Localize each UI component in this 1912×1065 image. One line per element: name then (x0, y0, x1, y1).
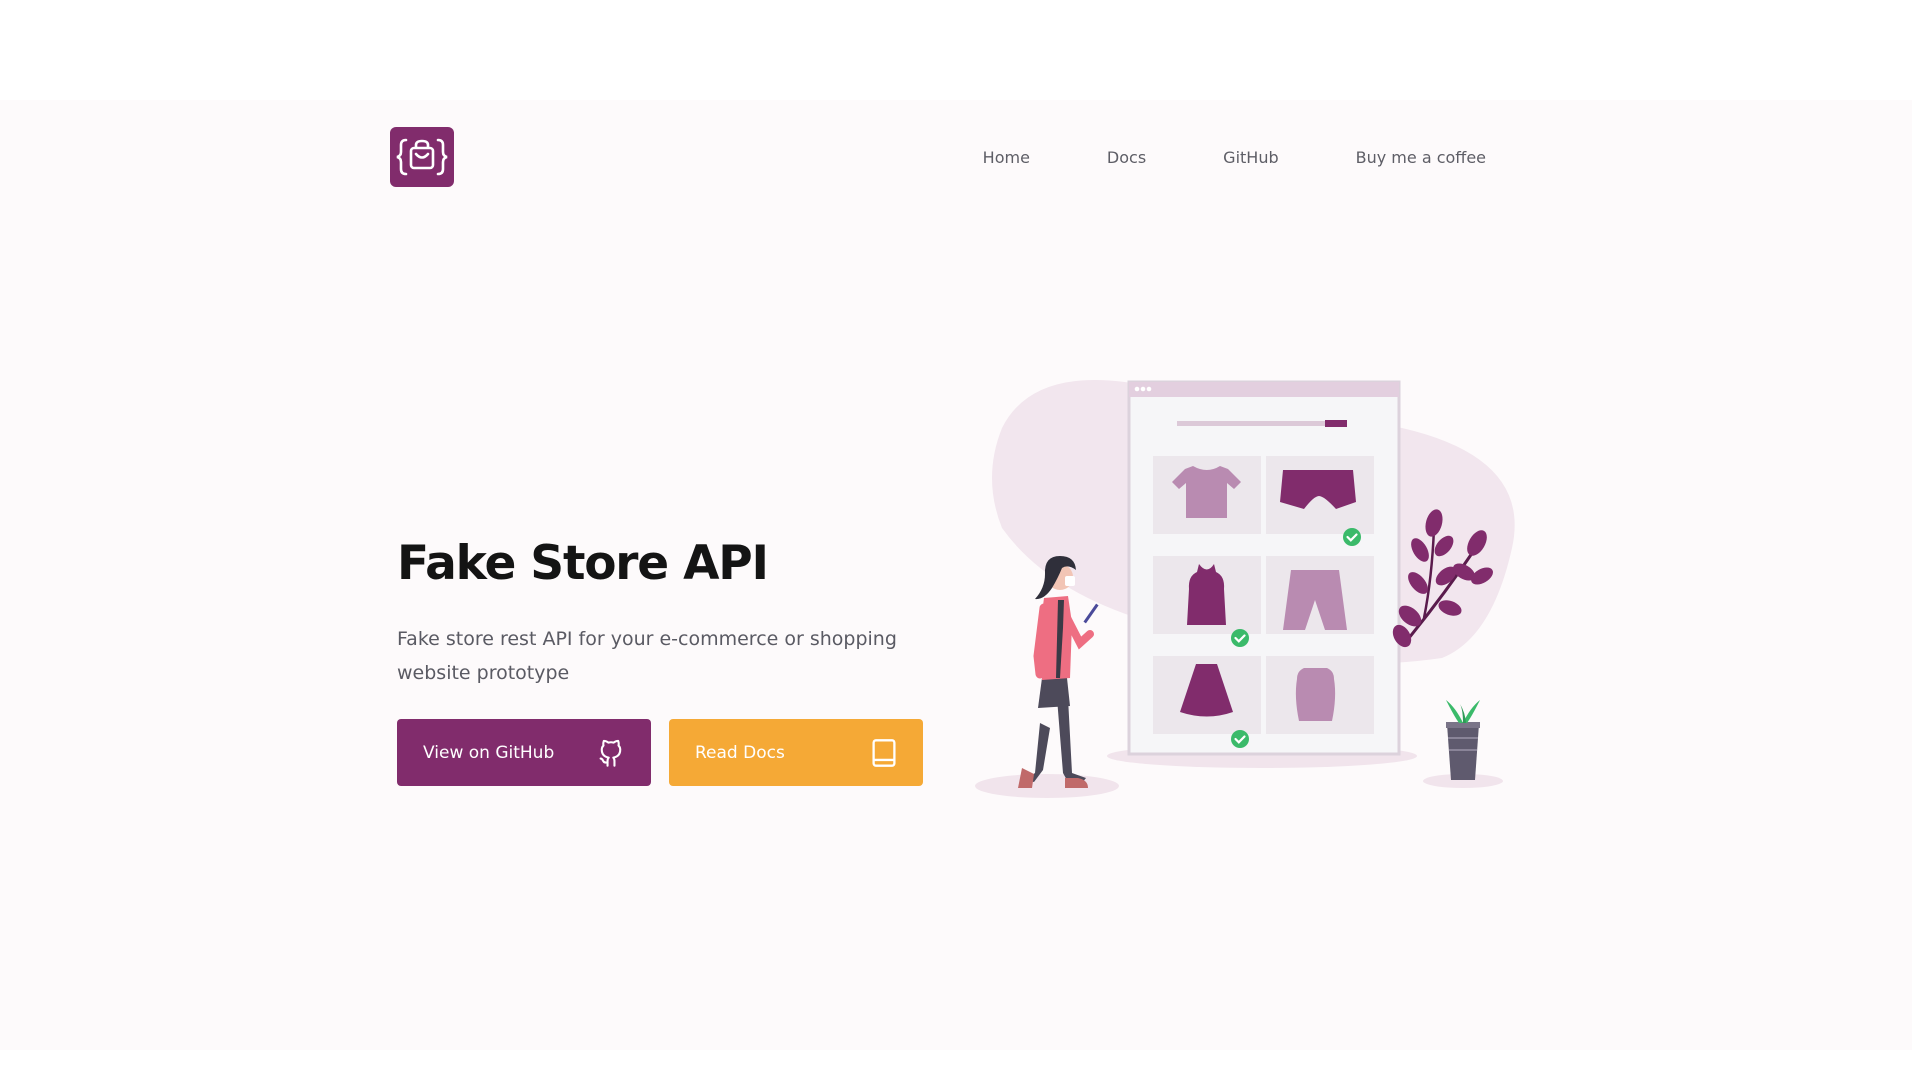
github-icon (597, 738, 625, 768)
nav-link-buy-me-a-coffee[interactable]: Buy me a coffee (1356, 148, 1486, 167)
shopping-bag-braces-icon (396, 138, 448, 176)
hero-subtitle: Fake store rest API for your e-commerce … (397, 628, 897, 684)
navbar: Home Docs GitHub Buy me a coffee (390, 127, 1500, 187)
nav-link-docs[interactable]: Docs (1107, 148, 1146, 167)
read-docs-label: Read Docs (695, 742, 785, 763)
nav-links: Home Docs GitHub Buy me a coffee (983, 127, 1486, 187)
nav-link-github[interactable]: GitHub (1223, 148, 1278, 167)
shopping-illustration (972, 378, 1532, 810)
view-on-github-button[interactable]: View on GitHub (397, 719, 651, 786)
book-icon (871, 738, 897, 768)
read-docs-button[interactable]: Read Docs (669, 719, 923, 786)
page-background (0, 100, 1912, 1050)
nav-link-home[interactable]: Home (983, 148, 1030, 167)
logo[interactable] (390, 127, 454, 187)
hero-title: Fake Store API (397, 536, 769, 591)
view-on-github-label: View on GitHub (423, 742, 555, 763)
